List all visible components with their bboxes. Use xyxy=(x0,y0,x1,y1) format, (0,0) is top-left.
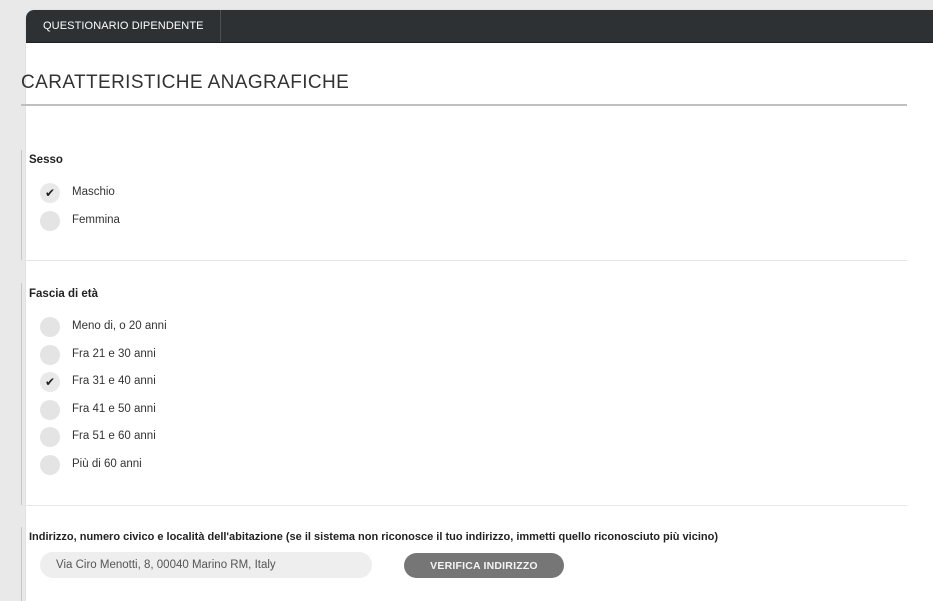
option-label: Meno di, o 20 anni xyxy=(72,320,167,332)
eta-label: Fascia di età xyxy=(29,288,99,300)
checkmark-icon: ✔ xyxy=(44,375,56,389)
address-input[interactable] xyxy=(40,552,372,578)
tab-questionario-dipendente[interactable]: QUESTIONARIO DIPENDENTE xyxy=(26,10,221,42)
section-bar xyxy=(21,527,22,601)
sesso-label: Sesso xyxy=(29,154,63,166)
verifica-indirizzo-button[interactable]: VERIFICA INDIRIZZO xyxy=(404,553,564,578)
eta-section: Fascia di età Meno di, o 20 anni Fra 21 … xyxy=(21,283,907,505)
title-divider xyxy=(21,104,907,106)
radio-button[interactable] xyxy=(40,345,60,365)
option-label: Femmina xyxy=(72,214,120,226)
option-label: Fra 41 e 50 anni xyxy=(72,403,156,415)
sesso-section: Sesso ✔ Maschio Femmina xyxy=(21,150,907,260)
option-label: Fra 21 e 30 anni xyxy=(72,348,156,360)
option-label: Fra 51 e 60 anni xyxy=(72,430,156,442)
radio-button[interactable]: ✔ xyxy=(40,372,60,392)
radio-button[interactable] xyxy=(40,400,60,420)
radio-button[interactable] xyxy=(40,455,60,475)
option-label: Fra 31 e 40 anni xyxy=(72,375,156,387)
radio-button[interactable] xyxy=(40,317,60,337)
section-bar xyxy=(21,150,22,260)
indirizzo-label: Indirizzo, numero civico e località dell… xyxy=(29,531,719,543)
checkmark-icon: ✔ xyxy=(44,186,56,200)
section-divider xyxy=(21,505,907,506)
option-label: Maschio xyxy=(72,186,115,198)
radio-button[interactable] xyxy=(40,211,60,231)
radio-button[interactable] xyxy=(40,427,60,447)
option-label: Più di 60 anni xyxy=(72,458,142,470)
top-bar: QUESTIONARIO DIPENDENTE xyxy=(26,10,933,43)
section-bar xyxy=(21,283,22,505)
radio-button[interactable]: ✔ xyxy=(40,183,60,203)
page-title: CARATTERISTICHE ANAGRAFICHE xyxy=(21,72,350,93)
section-divider xyxy=(21,260,907,261)
